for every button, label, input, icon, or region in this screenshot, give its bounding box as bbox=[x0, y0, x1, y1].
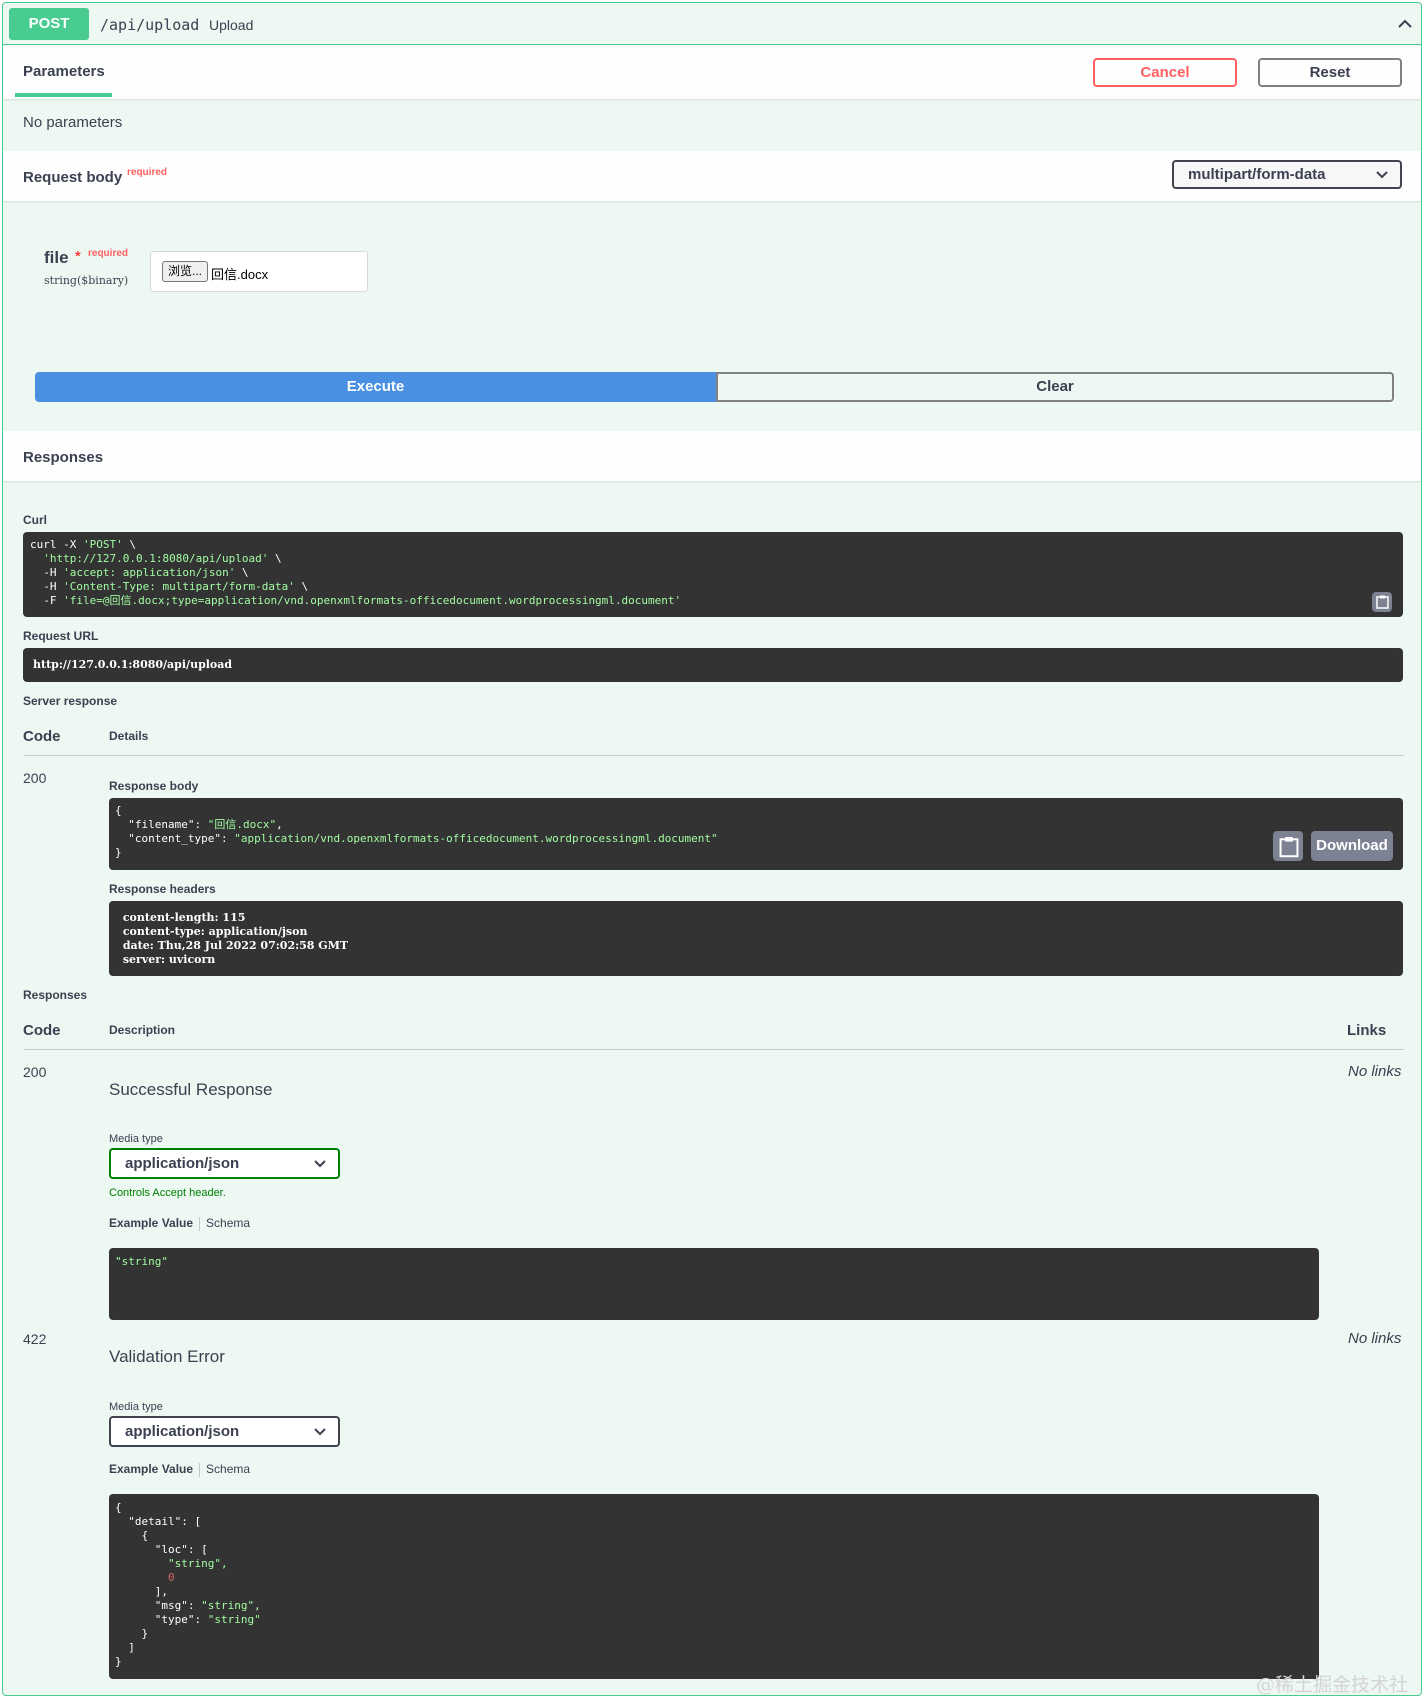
response-headers-label: Response headers bbox=[109, 882, 216, 896]
file-field-type: string($binary) bbox=[44, 274, 129, 287]
example-schema-tabs-422: Example Value Schema bbox=[109, 1462, 250, 1477]
tab-schema[interactable]: Schema bbox=[206, 1216, 250, 1230]
watermark: @稀土掘金技术社区 bbox=[1256, 1674, 1409, 1696]
request-url-label: Request URL bbox=[23, 629, 99, 643]
example-value-422: { "detail": [ { "loc": [ "string", 0 ], … bbox=[109, 1494, 1319, 1679]
divider bbox=[24, 1049, 1404, 1050]
operation-block: POST /api/upload Upload Parameters Cance… bbox=[2, 2, 1422, 1696]
chevron-down-icon bbox=[1376, 171, 1388, 179]
selected-file-name: 回信.docx bbox=[211, 267, 269, 282]
responses-links-header: Links bbox=[1347, 1022, 1387, 1039]
required-star: * bbox=[75, 248, 81, 265]
media-type-value: application/json bbox=[125, 1155, 240, 1172]
chevron-down-icon bbox=[314, 1160, 326, 1168]
clipboard-icon bbox=[1376, 595, 1389, 609]
clear-button[interactable]: Clear bbox=[716, 372, 1394, 402]
cancel-button[interactable]: Cancel bbox=[1093, 58, 1237, 87]
media-type-select-422[interactable]: application/json bbox=[109, 1416, 340, 1447]
no-parameters-text: No parameters bbox=[23, 114, 123, 131]
copy-curl-button[interactable] bbox=[1372, 592, 1392, 612]
media-type-label: Media type bbox=[109, 1401, 163, 1413]
media-type-select-200[interactable]: application/json bbox=[109, 1148, 340, 1179]
accept-header-note: Controls Accept header. bbox=[109, 1187, 226, 1199]
response-body-label: Response body bbox=[109, 779, 199, 793]
copy-response-button[interactable] bbox=[1273, 831, 1303, 861]
divider bbox=[24, 755, 1404, 756]
request-body-title: Request body bbox=[23, 169, 123, 186]
tab-underline bbox=[15, 93, 112, 97]
media-type-label: Media type bbox=[109, 1133, 163, 1145]
content-type-value: multipart/form-data bbox=[1188, 166, 1326, 183]
curl-label: Curl bbox=[23, 513, 47, 527]
curl-command[interactable]: curl -X 'POST' \ 'http://127.0.0.1:8080/… bbox=[23, 532, 1403, 617]
operation-summary-text: Upload bbox=[209, 17, 254, 33]
responses-title: Responses bbox=[23, 449, 104, 466]
response-code-200: 200 bbox=[23, 1064, 47, 1080]
tab-schema[interactable]: Schema bbox=[206, 1462, 250, 1476]
file-input[interactable]: 浏览... 回信.docx bbox=[150, 251, 368, 292]
file-field-name: file bbox=[44, 248, 69, 267]
method-badge: POST bbox=[9, 8, 89, 40]
chevron-down-icon bbox=[314, 1428, 326, 1436]
response-body[interactable]: { "filename": "回信.docx", "content_type":… bbox=[109, 798, 1403, 870]
operation-summary[interactable]: POST /api/upload Upload bbox=[3, 3, 1421, 45]
execute-button[interactable]: Execute bbox=[35, 372, 716, 402]
request-body-required: required bbox=[127, 167, 168, 178]
tab-parameters[interactable]: Parameters bbox=[23, 63, 105, 80]
no-links-422: No links bbox=[1348, 1330, 1402, 1347]
server-details-header: Details bbox=[109, 729, 149, 743]
responses-table-label: Responses bbox=[23, 988, 88, 1002]
response-description-200: Successful Response bbox=[109, 1080, 273, 1099]
media-type-value: application/json bbox=[125, 1423, 240, 1440]
server-status-code: 200 bbox=[23, 770, 47, 786]
response-code-422: 422 bbox=[23, 1331, 47, 1347]
reset-button[interactable]: Reset bbox=[1258, 58, 1402, 87]
responses-header bbox=[3, 431, 1421, 481]
clipboard-icon bbox=[1279, 837, 1299, 858]
request-url: http://127.0.0.1:8080/api/upload bbox=[23, 648, 1403, 682]
file-required: required bbox=[88, 248, 129, 259]
response-description-422: Validation Error bbox=[109, 1347, 225, 1366]
response-headers: content-length: 115 content-type: applic… bbox=[109, 901, 1403, 976]
no-links-200: No links bbox=[1348, 1063, 1402, 1080]
responses-code-header: Code bbox=[23, 1022, 61, 1039]
example-value-200: "string" bbox=[109, 1248, 1319, 1320]
chevron-up-icon[interactable] bbox=[1398, 17, 1412, 31]
content-type-select[interactable]: multipart/form-data bbox=[1172, 160, 1402, 189]
tab-example-value[interactable]: Example Value bbox=[109, 1216, 193, 1230]
example-schema-tabs-200: Example Value Schema bbox=[109, 1216, 250, 1231]
download-button[interactable]: Download bbox=[1311, 831, 1393, 861]
operation-path: /api/upload bbox=[100, 16, 200, 34]
tab-example-value[interactable]: Example Value bbox=[109, 1462, 193, 1476]
browse-button[interactable]: 浏览... bbox=[162, 261, 209, 282]
responses-description-header: Description bbox=[109, 1023, 176, 1037]
server-code-header: Code bbox=[23, 728, 61, 745]
server-response-label: Server response bbox=[23, 694, 118, 708]
